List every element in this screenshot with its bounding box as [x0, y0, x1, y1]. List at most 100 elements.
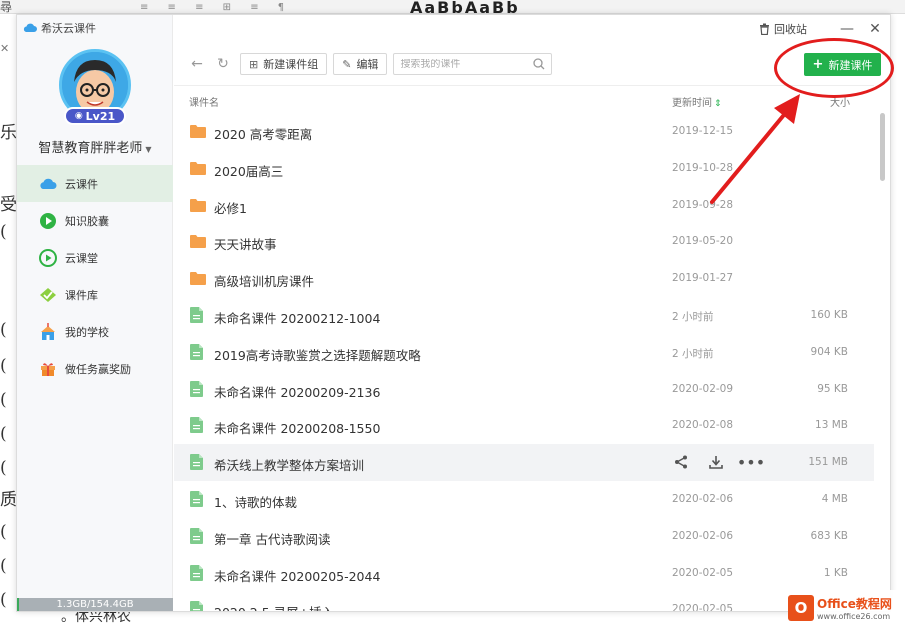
file-row[interactable]: 希沃线上教学整体方案培训 ••• 151 MB	[174, 444, 874, 481]
username-text: 智慧教育胖胖老师	[38, 141, 143, 156]
background-doc-char: (	[0, 390, 7, 410]
sidebar-item-courseware-library[interactable]: 课件库	[17, 276, 173, 313]
courseware-file-icon	[190, 564, 206, 581]
row-name: 希沃线上教学整体方案培训	[214, 458, 365, 474]
folder-row[interactable]: 高级培训机房课件 2019-01-27	[174, 260, 874, 297]
folder-row[interactable]: 天天讲故事 2019-05-20	[174, 223, 874, 260]
background-doc-char: (	[0, 424, 7, 444]
row-updated-time: 2020-02-06	[672, 492, 734, 505]
share-icon[interactable]	[672, 453, 690, 471]
close-icon: ✕	[869, 21, 881, 37]
badge-icon: ◉	[74, 111, 83, 121]
file-row[interactable]: 第一章 古代诗歌阅读 2020-02-06 683 KB	[174, 518, 874, 555]
annotation-ellipse	[774, 38, 894, 98]
sidebar-item-cloud-classroom[interactable]: 云课堂	[17, 239, 173, 276]
library-diamond-icon	[38, 285, 58, 305]
row-updated-time: 2019-01-27	[672, 272, 734, 285]
folder-icon	[190, 197, 206, 213]
sidebar-item-label: 做任务赢奖励	[65, 362, 131, 376]
background-toolbar-text: 尋	[0, 0, 13, 14]
row-name: 1、诗歌的体裁	[214, 494, 297, 510]
caret-down-icon: ▼	[145, 145, 152, 154]
file-row[interactable]: 未命名课件 20200212-1004 2 小时前 160 KB	[174, 297, 874, 334]
row-name: 2020.2.5 录屏+插入	[214, 602, 334, 611]
courseware-file-icon	[190, 490, 206, 507]
row-updated-time: 2019-05-20	[672, 235, 734, 248]
column-header-name[interactable]: 课件名	[189, 94, 219, 109]
sidebar-item-label: 云课堂	[65, 251, 98, 265]
more-options-icon[interactable]: •••	[737, 453, 765, 472]
sidebar-nav: 云课件 知识胶囊 云课堂 课件库 我的学校 做任务赢奖励	[17, 165, 173, 387]
watermark: O Office教程网 www.office26.com	[788, 590, 905, 625]
toolbar: ← ↻ ⊞ 新建课件组 ✎ 编辑	[188, 53, 553, 75]
file-row[interactable]: 1、诗歌的体裁 2020-02-06 4 MB	[174, 481, 874, 518]
gift-icon	[38, 359, 58, 379]
file-row[interactable]: 未命名课件 20200209-2136 2020-02-09 95 KB	[174, 371, 874, 408]
row-name: 高级培训机房课件	[214, 274, 315, 290]
file-row[interactable]: 未命名课件 20200208-1550 2020-02-08 13 MB	[174, 407, 874, 444]
background-doc-char: 乐	[0, 123, 16, 143]
row-name: 2019高考诗歌鉴赏之选择题解题攻略	[214, 347, 421, 363]
background-close-icon: ✕	[0, 42, 10, 55]
folder-icon	[190, 123, 206, 139]
row-size: 95 KB	[817, 382, 848, 395]
row-name: 未命名课件 20200209-2136	[214, 384, 381, 400]
classroom-play-icon	[38, 248, 58, 268]
download-icon[interactable]	[707, 453, 725, 471]
sidebar-item-label: 云课件	[65, 177, 98, 191]
minimize-button[interactable]: —	[839, 21, 855, 37]
refresh-button[interactable]: ↻	[214, 55, 232, 73]
background-doc-char: (	[0, 222, 7, 242]
row-name: 必修1	[214, 200, 247, 216]
recycle-bin-label: 回收站	[774, 23, 807, 36]
row-size: 904 KB	[810, 345, 848, 358]
edit-icon: ✎	[342, 57, 352, 71]
refresh-icon: ↻	[217, 56, 229, 72]
sidebar-item-tasks-rewards[interactable]: 做任务赢奖励	[17, 350, 173, 387]
sidebar-item-my-school[interactable]: 我的学校	[17, 313, 173, 350]
row-name: 未命名课件 20200208-1550	[214, 421, 381, 437]
background-doc-char: (	[0, 320, 7, 340]
file-row[interactable]: 2019高考诗歌鉴赏之选择题解题攻略 2 小时前 904 KB	[174, 334, 874, 371]
close-button[interactable]: ✕	[867, 21, 883, 37]
sidebar-item-knowledge-capsule[interactable]: 知识胶囊	[17, 202, 173, 239]
sidebar-item-label: 我的学校	[65, 325, 109, 339]
search-input[interactable]	[400, 58, 534, 70]
scrollbar[interactable]	[880, 113, 886, 611]
courseware-file-icon	[190, 306, 206, 323]
edit-button[interactable]: ✎ 编辑	[333, 53, 388, 75]
background-doc-char: (	[0, 458, 7, 478]
new-group-label: 新建课件组	[263, 58, 319, 71]
courseware-file-icon	[190, 343, 206, 360]
back-button[interactable]: ←	[188, 55, 206, 73]
search-icon[interactable]	[533, 58, 545, 70]
watermark-line2: www.office26.com	[817, 611, 891, 621]
scrollbar-thumb[interactable]	[880, 113, 885, 181]
background-toolbar-icons: ≡ ≡ ≡ ⊞ ≡ ¶	[140, 2, 293, 13]
capsule-play-icon	[38, 211, 58, 231]
row-name: 2020 高考零距离	[214, 127, 313, 142]
search-box	[393, 53, 553, 75]
row-size: 160 KB	[810, 308, 848, 321]
file-row[interactable]: 未命名课件 20200205-2044 2020-02-05 1 KB	[174, 555, 874, 592]
folder-icon	[190, 270, 206, 286]
row-updated-time: 2020-02-09	[672, 382, 734, 395]
folder-plus-icon: ⊞	[249, 57, 259, 71]
sidebar-item-cloud-courseware[interactable]: 云课件	[17, 165, 173, 202]
username-dropdown[interactable]: 智慧教育胖胖老师 ▼	[17, 137, 173, 156]
cloud-logo-icon	[23, 23, 37, 32]
storage-usage-bar: 1.3GB/154.4GB	[17, 598, 173, 611]
storage-text: 1.3GB/154.4GB	[56, 599, 134, 610]
row-updated-time: 2 小时前	[672, 310, 714, 323]
background-document-bottom: 。体兴林农	[16, 609, 905, 625]
app-title: 希沃云课件	[23, 20, 96, 36]
arrow-left-icon: ←	[191, 56, 203, 72]
folder-icon	[190, 233, 206, 249]
new-group-button[interactable]: ⊞ 新建课件组	[240, 53, 328, 75]
background-doc-char: (	[0, 522, 7, 542]
office-logo-icon: O	[788, 594, 814, 621]
level-badge: ◉ Lv21	[64, 107, 126, 125]
folder-icon	[190, 160, 206, 176]
recycle-bin-button[interactable]: 回收站	[759, 21, 807, 37]
file-row[interactable]: 2020.2.5 录屏+插入 2020-02-05	[174, 591, 874, 611]
